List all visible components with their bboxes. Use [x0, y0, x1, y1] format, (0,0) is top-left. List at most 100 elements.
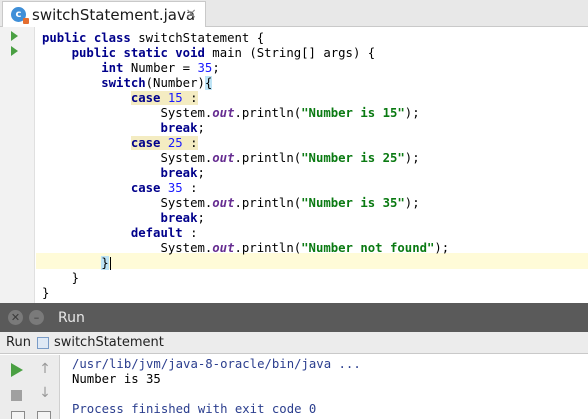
code-token: 35 — [167, 181, 191, 195]
code-line[interactable]: System.out.println("Number is 25"); — [42, 151, 420, 166]
pause-icon[interactable] — [11, 411, 25, 419]
code-token: .println( — [234, 106, 302, 120]
tab-label: switchStatement.java — [32, 5, 196, 24]
code-token: .println( — [234, 151, 302, 165]
console-output[interactable]: /usr/lib/jvm/java-8-oracle/bin/java ... N… — [72, 355, 588, 419]
code-token: case — [130, 181, 168, 195]
run-class-icon[interactable] — [11, 31, 18, 41]
code-token: Number = — [130, 61, 198, 75]
minimize-panel-icon[interactable]: – — [29, 310, 44, 325]
code-line[interactable]: } — [42, 271, 79, 286]
code-token: ; — [212, 61, 220, 75]
editor-tab-bar: c switchStatement.java × — [0, 0, 588, 27]
code-token: System. — [42, 241, 213, 255]
code-token: ); — [404, 106, 420, 120]
code-token: ; — [197, 211, 205, 225]
code-token: out — [212, 106, 235, 120]
soft-wrap-icon[interactable] — [37, 411, 51, 419]
run-config-tabs: Run switchStatement — [0, 332, 588, 354]
run-toolbar: ↑ ↓ — [0, 355, 60, 419]
code-token: case — [130, 136, 168, 150]
code-token: 25 — [167, 136, 191, 150]
code-token: public class — [42, 31, 139, 45]
code-token: } — [42, 271, 80, 285]
code-token: out — [212, 241, 235, 255]
code-line[interactable]: public class switchStatement { — [42, 31, 264, 46]
tab-switchstatement-java[interactable]: c switchStatement.java × — [2, 1, 206, 27]
close-icon[interactable]: × — [185, 6, 197, 22]
code-token: "Number is 25" — [301, 151, 405, 165]
code-token: : — [190, 181, 198, 195]
code-line[interactable]: break; — [42, 166, 205, 181]
code-token: System. — [42, 151, 213, 165]
code-token: ; — [197, 121, 205, 135]
code-token: switch — [101, 76, 146, 90]
code-token: switchStatement { — [138, 31, 265, 45]
code-token: } — [101, 256, 109, 270]
code-token: break — [160, 211, 198, 225]
code-token: { — [204, 76, 213, 90]
editor-gutter — [0, 27, 35, 303]
run-config-icon — [36, 336, 49, 349]
code-editor[interactable]: public class switchStatement { public st… — [0, 27, 588, 303]
code-token: : — [190, 136, 198, 150]
code-line[interactable]: } — [42, 286, 49, 301]
code-token: .println( — [234, 196, 302, 210]
code-line[interactable]: System.out.println("Number not found"); — [42, 241, 449, 256]
code-token: out — [212, 196, 235, 210]
code-line[interactable]: default : — [42, 226, 198, 241]
code-token: ); — [404, 151, 420, 165]
code-line[interactable]: switch(Number){ — [42, 76, 213, 91]
code-token: break — [160, 121, 198, 135]
code-token: int — [101, 61, 131, 75]
code-token: 15 — [167, 91, 191, 105]
code-token: 35 — [197, 61, 213, 75]
close-panel-icon[interactable]: ✕ — [8, 310, 23, 325]
code-line[interactable]: break; — [42, 211, 205, 226]
run-panel-header: ✕ – Run — [0, 303, 588, 332]
down-arrow-icon[interactable]: ↓ — [37, 385, 53, 401]
code-line[interactable]: } — [42, 256, 111, 271]
code-token: } — [42, 286, 50, 300]
code-line[interactable]: case 25 : — [42, 136, 198, 151]
code-token: break — [160, 166, 198, 180]
code-line[interactable]: System.out.println("Number is 35"); — [42, 196, 420, 211]
code-token: ; — [197, 166, 205, 180]
code-line[interactable]: System.out.println("Number is 15"); — [42, 106, 420, 121]
code-line[interactable]: case 35 : — [42, 181, 198, 196]
run-config-name[interactable]: switchStatement — [54, 335, 164, 350]
code-token: .println( — [234, 241, 302, 255]
console-line: Number is 35 — [72, 372, 161, 386]
console-line: Process finished with exit code 0 — [72, 402, 317, 416]
code-line[interactable]: int Number = 35; — [42, 61, 220, 76]
code-token: : — [190, 226, 198, 240]
code-token: System. — [42, 106, 213, 120]
code-token: main (String[] args) { — [212, 46, 376, 60]
code-line[interactable]: case 15 : — [42, 91, 198, 106]
console-line: /usr/lib/jvm/java-8-oracle/bin/java ... — [72, 357, 361, 371]
code-token: ); — [404, 196, 420, 210]
java-class-icon: c — [11, 7, 29, 24]
stop-icon[interactable] — [11, 390, 22, 401]
code-token: public static void — [71, 46, 213, 60]
text-caret — [109, 257, 111, 270]
code-line[interactable]: break; — [42, 121, 205, 136]
code-token: ); — [434, 241, 450, 255]
rerun-icon[interactable] — [11, 363, 23, 377]
up-arrow-icon[interactable]: ↑ — [37, 361, 53, 377]
code-line[interactable]: public static void main (String[] args) … — [42, 46, 376, 61]
run-main-icon[interactable] — [11, 46, 18, 56]
code-token: "Number not found" — [301, 241, 435, 255]
code-token: default — [130, 226, 191, 240]
